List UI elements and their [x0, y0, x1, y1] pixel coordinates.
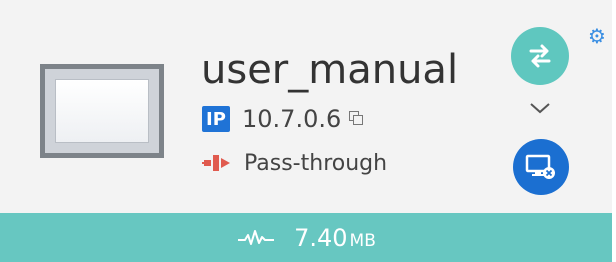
connection-mode-row: Pass-through: [202, 148, 387, 178]
gear-icon[interactable]: ⚙: [586, 25, 608, 47]
ip-row: IP 10.7.0.6: [202, 104, 365, 134]
traffic-value: 7.40: [294, 223, 348, 252]
remote-desktop-icon: [525, 154, 555, 179]
copy-icon[interactable]: [349, 111, 365, 127]
ip-address: 10.7.0.6: [242, 105, 342, 133]
device-thumbnail: [40, 64, 164, 158]
pass-through-icon: [202, 155, 230, 171]
traffic-bar: 7.40 MB: [0, 213, 612, 262]
remote-desktop-button[interactable]: [513, 139, 569, 195]
chevron-down-icon[interactable]: [527, 100, 553, 116]
pulse-icon: [238, 229, 275, 245]
ip-badge: IP: [202, 106, 230, 132]
connection-mode: Pass-through: [244, 150, 388, 176]
traffic-unit: MB: [349, 230, 376, 251]
card-edge: [612, 0, 616, 262]
device-screen-preview: [55, 79, 149, 143]
swap-arrows-icon: [529, 44, 551, 68]
device-name: user_manual: [201, 47, 459, 93]
swap-button[interactable]: [511, 27, 569, 85]
traffic-readout: 7.40 MB: [294, 224, 376, 252]
